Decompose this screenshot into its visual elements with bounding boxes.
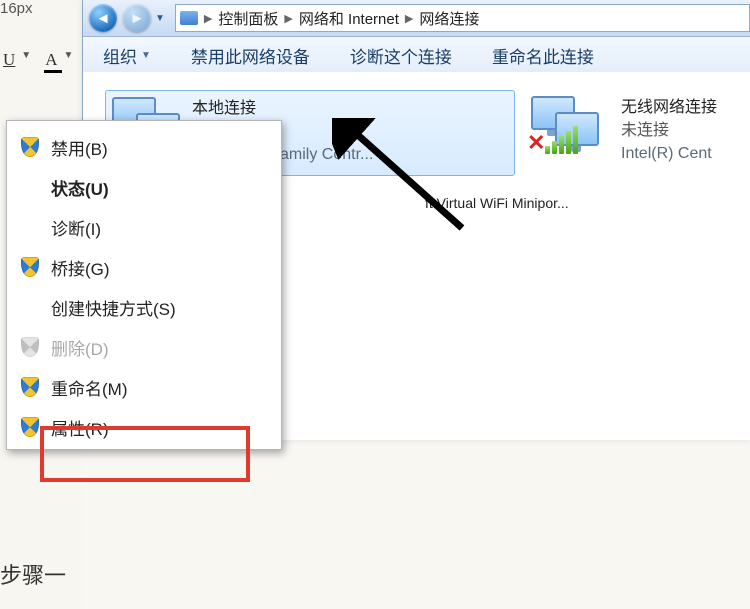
breadcrumb-seg-control-panel[interactable]: 控制面板 <box>218 8 278 29</box>
menu-item-disable[interactable]: 禁用(B) <box>9 127 279 167</box>
connection-title: 无线网络连接 <box>621 96 717 119</box>
nav-forward-button[interactable]: ► <box>123 4 151 32</box>
toolbar-rename[interactable]: 重命名此连接 <box>492 43 594 68</box>
breadcrumb-seg-network-internet[interactable]: 网络和 Internet <box>299 8 399 29</box>
disconnected-x-icon: ✕ <box>527 130 545 156</box>
toolbar-disable-device[interactable]: 禁用此网络设备 <box>191 43 310 68</box>
menu-item-rename[interactable]: 重命名(M) <box>9 367 279 407</box>
context-menu: 禁用(B) 状态(U) 诊断(I) 桥接(G) 创建快捷方式(S) 删除(D) … <box>6 120 282 450</box>
shield-icon <box>21 137 39 157</box>
connection-device: Intel(R) Cent <box>621 142 717 165</box>
toolbar-diagnose[interactable]: 诊断这个连接 <box>350 43 452 68</box>
wifi-signal-icon <box>545 126 578 154</box>
connection-status: 未连接 <box>621 119 717 142</box>
chevron-right-icon[interactable]: ▶ <box>200 12 216 25</box>
connection-title: 本地连接 <box>192 97 373 120</box>
nav-back-button[interactable]: ◄ <box>89 4 117 32</box>
breadcrumb-seg-network-connections[interactable]: 网络连接 <box>419 8 479 29</box>
menu-item-bridge[interactable]: 桥接(G) <box>9 247 279 287</box>
shield-icon <box>21 337 39 357</box>
menu-item-diagnose[interactable]: 诊断(I) <box>9 207 279 247</box>
menu-item-label: 状态(U) <box>51 175 109 200</box>
chevron-down-icon: ▼ <box>141 50 151 61</box>
address-bar: ◄ ► ▼ ▶ 控制面板 ▶ 网络和 Internet ▶ 网络连接 <box>83 0 750 37</box>
shield-icon <box>21 417 39 437</box>
connection-wifi[interactable]: ✕ 无线网络连接 未连接 Intel(R) Cent <box>531 90 717 182</box>
font-color-tool[interactable]: A <box>45 50 57 70</box>
font-size-readout: 16px <box>0 0 33 17</box>
font-color-dropdown-icon[interactable]: ▼ <box>63 50 73 70</box>
menu-item-label: 禁用(B) <box>51 135 108 160</box>
organize-menu[interactable]: 组织 ▼ <box>103 43 151 68</box>
menu-item-delete: 删除(D) <box>9 327 279 367</box>
menu-item-label: 桥接(G) <box>51 255 110 280</box>
menu-item-label: 删除(D) <box>51 335 109 360</box>
underline-dropdown-icon[interactable]: ▼ <box>21 50 31 70</box>
arrow-left-icon: ◄ <box>96 10 111 27</box>
chevron-right-icon[interactable]: ▶ <box>280 12 296 25</box>
breadcrumb[interactable]: ▶ 控制面板 ▶ 网络和 Internet ▶ 网络连接 <box>175 4 750 32</box>
chevron-right-icon[interactable]: ▶ <box>401 12 417 25</box>
menu-item-label: 重命名(M) <box>51 375 127 400</box>
menu-item-properties[interactable]: 属性(R) <box>9 407 279 447</box>
wifi-adapter-icon: ✕ <box>531 96 611 156</box>
shield-icon <box>21 377 39 397</box>
nav-history-dropdown-icon[interactable]: ▼ <box>155 13 165 24</box>
menu-item-create-shortcut[interactable]: 创建快捷方式(S) <box>9 287 279 327</box>
menu-item-label: 属性(R) <box>51 415 109 440</box>
organize-label: 组织 <box>103 43 137 68</box>
menu-item-label: 诊断(I) <box>51 215 101 240</box>
menu-item-status[interactable]: 状态(U) <box>9 167 279 207</box>
menu-item-label: 创建快捷方式(S) <box>51 295 176 320</box>
toolbar: 组织 ▼ 禁用此网络设备 诊断这个连接 重命名此连接 <box>83 37 750 74</box>
arrow-right-icon: ► <box>130 10 145 27</box>
underline-tool[interactable]: U <box>3 50 15 70</box>
shield-icon <box>21 257 39 277</box>
location-icon <box>180 11 198 25</box>
step-label: 步骤一 <box>0 558 66 590</box>
